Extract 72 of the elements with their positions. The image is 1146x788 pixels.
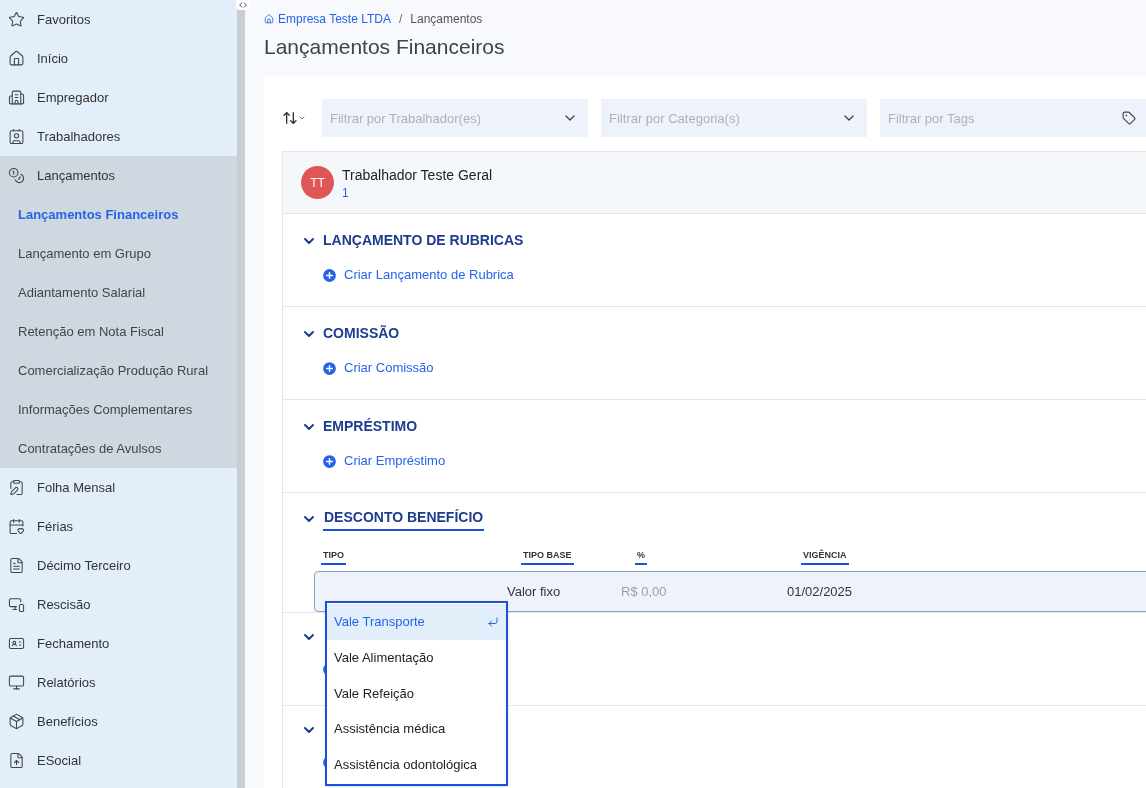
section-title: EMPRÉSTIMO — [323, 417, 418, 437]
sidebar-item[interactable]: Início — [0, 39, 237, 78]
filter-field[interactable]: Filtrar por Tags — [880, 99, 1146, 138]
submenu-item[interactable]: Informações Complementares — [0, 390, 237, 429]
filter-field[interactable]: Filtrar por Categoria(s) — [601, 99, 867, 138]
breadcrumb-separator: / — [398, 11, 403, 28]
dropdown-option[interactable]: Vale Refeição — [327, 675, 506, 712]
clipboard-pen-icon — [8, 479, 25, 496]
star-icon — [8, 11, 25, 28]
sidebar-item[interactable]: Décimo Terceiro — [0, 546, 237, 585]
sidebar-item[interactable]: Empregador — [0, 78, 237, 117]
sidebar-item[interactable]: Rescisão — [0, 585, 237, 624]
column-header: % — [635, 549, 647, 565]
calendar-heart-icon — [8, 518, 25, 535]
enter-icon — [487, 616, 499, 629]
dropdown-option[interactable]: Vale Alimentação — [327, 639, 506, 676]
plus-circle-icon — [321, 452, 338, 470]
create-link[interactable]: Criar Comissão — [321, 358, 1146, 378]
collapse-icon — [238, 0, 248, 10]
submenu-item[interactable]: Adiantamento Salarial — [0, 273, 237, 312]
submenu-item[interactable]: Comercialização Produção Rural — [0, 351, 237, 390]
sidebar-item[interactable]: ESocial — [0, 741, 237, 780]
tag-icon — [1122, 111, 1136, 126]
worker-number: 1 — [342, 185, 350, 201]
monitor-icon — [8, 674, 25, 691]
validity-cell-text: 01/02/2025 — [787, 583, 853, 601]
home-icon — [8, 50, 25, 67]
id-card-icon — [8, 635, 25, 652]
worker-name: Trabalhador Teste Geral — [342, 165, 493, 185]
monitor-icon — [8, 596, 25, 613]
sidebar-item[interactable]: Relatórios — [0, 663, 237, 702]
page-title: Lançamentos Financeiros — [264, 34, 506, 60]
document-icon — [8, 557, 25, 574]
create-link[interactable]: Criar Empréstimo — [321, 451, 1146, 471]
sidebar-item[interactable]: Folha Mensal — [0, 468, 237, 507]
section-title: DESCONTO BENEFÍCIO — [323, 507, 485, 532]
submenu-item[interactable]: Contratações de Avulsos — [0, 429, 237, 468]
sort-icon — [282, 110, 298, 127]
dropdown-option[interactable]: Assistência odontológica — [327, 747, 506, 783]
sidebar-item[interactable]: Lançamentos — [0, 156, 237, 195]
submenu-item[interactable]: Lançamento em Grupo — [0, 234, 237, 273]
dropdown-option[interactable]: Assistência médica — [327, 711, 506, 747]
plus-circle-icon — [321, 266, 338, 284]
sidebar-item[interactable]: Benefícios — [0, 702, 237, 741]
document-upload-icon — [8, 752, 25, 769]
submenu-item[interactable]: Retenção em Nota Fiscal — [0, 312, 237, 351]
id-badge-icon — [8, 128, 25, 145]
breadcrumb-item: Lançamentos — [410, 11, 483, 28]
sidebar-item[interactable]: Trabalhadores — [0, 117, 237, 156]
breadcrumb-link[interactable]: Empresa Teste LTDA — [264, 10, 391, 28]
filter-field[interactable]: Filtrar por Trabalhador(es) — [322, 99, 588, 138]
column-header: VIGÊNCIA — [801, 549, 849, 565]
package-icon — [8, 713, 25, 730]
percent-field[interactable]: R$ 0,00 — [621, 582, 761, 602]
dropdown-option[interactable]: Vale Transporte — [327, 604, 506, 640]
submenu-item[interactable]: Lançamentos Financeiros — [0, 195, 237, 234]
create-link[interactable]: Criar Lançamento de Rubrica — [321, 265, 1146, 285]
column-header: TIPO BASE — [521, 549, 574, 565]
section-title: COMISSÃO — [323, 324, 400, 344]
home-icon — [264, 14, 274, 24]
sidebar-item[interactable]: Fechamento — [0, 624, 237, 663]
sidebar-item[interactable]: Férias — [0, 507, 237, 546]
sidebar-item[interactable]: Favoritos — [0, 0, 237, 39]
plus-circle-icon — [321, 359, 338, 377]
base-type-cell-text: Valor fixo — [507, 583, 562, 601]
collapse-handle[interactable] — [236, 0, 250, 10]
benefit-row[interactable]: Valor fixo R$ 0,00 01/02/2025 — [314, 571, 1146, 613]
coins-icon — [8, 167, 25, 184]
section-title: LANÇAMENTO DE RUBRICAS — [323, 231, 524, 251]
building-icon — [8, 89, 25, 106]
column-header: TIPO — [321, 549, 346, 565]
avatar: TT — [301, 166, 334, 200]
